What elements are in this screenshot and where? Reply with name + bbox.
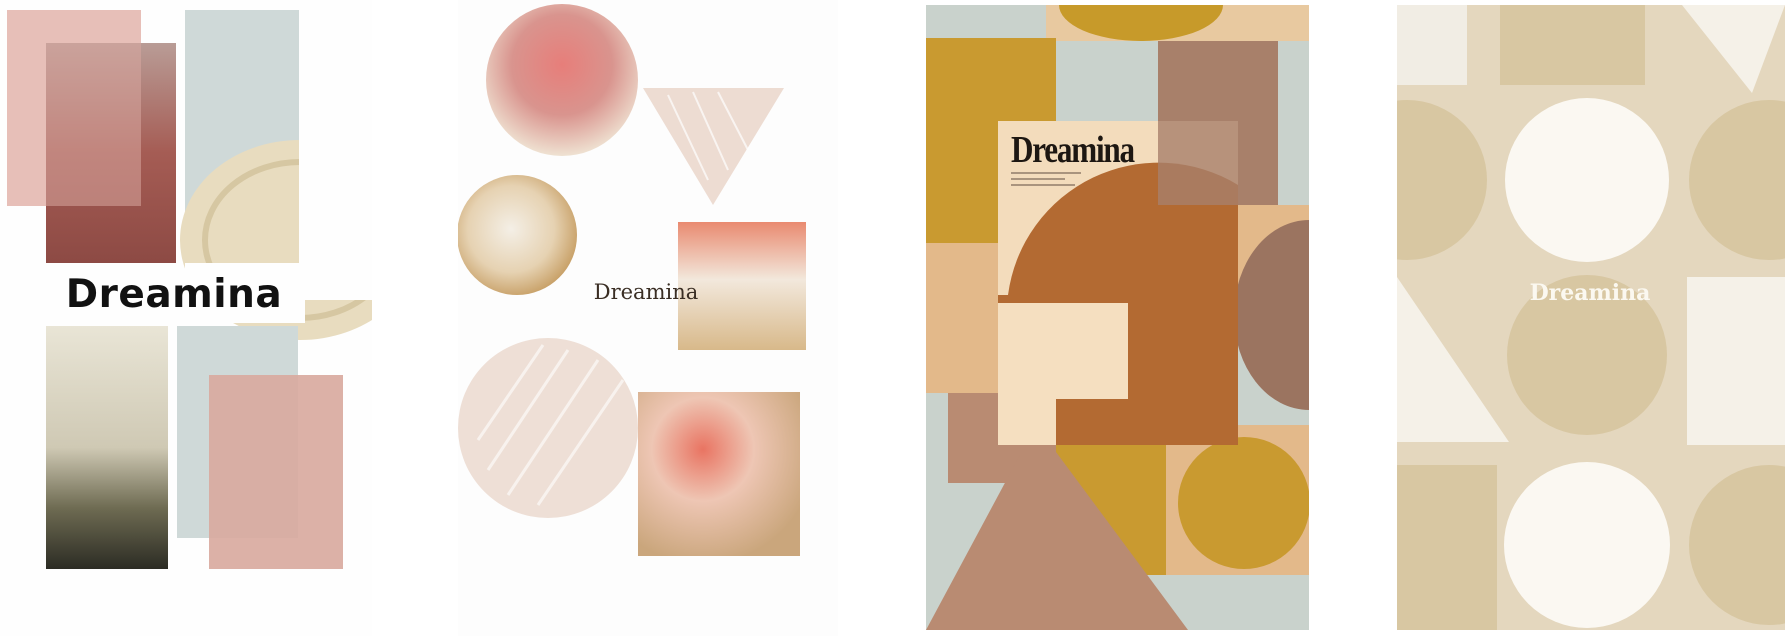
mustard-circle-bottom <box>1178 437 1309 569</box>
white-square-right <box>1687 277 1785 445</box>
magazine-cream-block <box>998 303 1128 399</box>
square-blurred-food <box>638 392 800 556</box>
panel-1-title: Dreamina <box>65 272 283 317</box>
magazine-subtext-line <box>1011 172 1081 174</box>
magazine-mauve-overlay <box>1158 121 1238 205</box>
tan-rect-top <box>1500 5 1645 85</box>
panel-3-collage <box>926 5 1309 630</box>
magazine-subtext-line <box>1011 184 1075 186</box>
panel-2-title: Dreamina <box>593 280 699 304</box>
panel-2-collage <box>458 4 806 556</box>
blurred-glass-rect <box>46 326 168 569</box>
tan-square-bottom-left <box>1397 465 1497 630</box>
panel-1-collage <box>7 0 372 569</box>
magazine-subtext-line <box>1011 178 1065 180</box>
triangle-texture <box>643 88 784 205</box>
white-circle-top <box>1505 98 1669 262</box>
pink-overlay-top <box>46 43 141 206</box>
white-circle-bottom <box>1504 462 1670 628</box>
circle-cracker <box>458 175 577 295</box>
magazine-title: Dreamina <box>1011 129 1135 171</box>
circle-photo-top <box>486 4 638 156</box>
pink-rect-bottom <box>209 375 343 569</box>
panel-4-title: Dreamina <box>1529 280 1651 306</box>
panel-4-collage <box>1397 5 1785 630</box>
